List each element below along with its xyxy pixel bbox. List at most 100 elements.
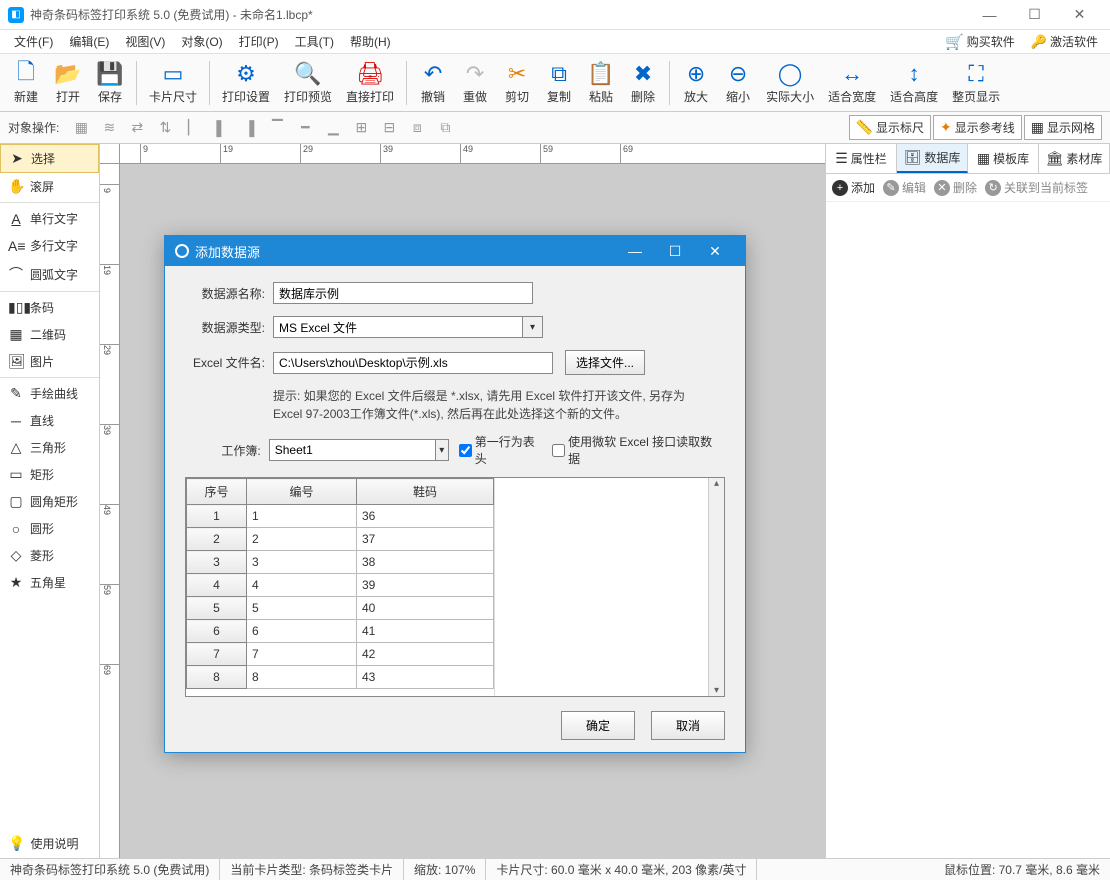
excel-file-input[interactable] (273, 352, 553, 374)
close-button[interactable]: ✕ (1057, 0, 1102, 30)
align-top-icon[interactable]: ▔ (265, 116, 289, 140)
fit-width-button[interactable]: ↔适合宽度 (822, 58, 882, 107)
tool-rect[interactable]: ▭矩形 (0, 461, 99, 488)
maximize-button[interactable]: ☐ (1012, 0, 1057, 30)
tool-text-multi[interactable]: A≡多行文字 (0, 232, 99, 259)
zoom-actual-button[interactable]: ◯实际大小 (760, 58, 820, 107)
zoom-in-button[interactable]: ⊕放大 (676, 58, 716, 107)
tool-qrcode[interactable]: ▦二维码 (0, 321, 99, 348)
open-button[interactable]: 📂打开 (48, 58, 88, 107)
show-grid-button[interactable]: ▦显示网格 (1024, 115, 1102, 140)
tool-text-single[interactable]: A单行文字 (0, 205, 99, 232)
table-row[interactable]: 3338 (187, 551, 494, 574)
flip-v-icon[interactable]: ⇅ (153, 116, 177, 140)
dialog-minimize-button[interactable]: — (615, 236, 655, 266)
tool-star[interactable]: ★五角星 (0, 569, 99, 596)
scrollbar[interactable] (708, 478, 724, 696)
cell-size[interactable]: 41 (357, 620, 494, 643)
cell-code[interactable]: 8 (247, 666, 357, 689)
table-row[interactable]: 1136 (187, 505, 494, 528)
minimize-button[interactable]: — (967, 0, 1012, 30)
delete-datasource-button[interactable]: ✕删除 (934, 179, 977, 196)
table-header[interactable]: 鞋码 (357, 479, 494, 505)
menu-tools[interactable]: 工具(T) (287, 30, 342, 53)
cell-code[interactable]: 3 (247, 551, 357, 574)
show-all-button[interactable]: ⛶整页显示 (946, 58, 1006, 107)
cell-code[interactable]: 1 (247, 505, 357, 528)
help-button[interactable]: 💡使用说明 (0, 829, 99, 858)
align-middle-icon[interactable]: ━ (293, 116, 317, 140)
menu-print[interactable]: 打印(P) (231, 30, 287, 53)
tool-freehand[interactable]: ✎手绘曲线 (0, 380, 99, 407)
first-row-header-checkbox[interactable]: 第一行为表头 (459, 433, 542, 467)
cell-code[interactable]: 2 (247, 528, 357, 551)
cell-code[interactable]: 5 (247, 597, 357, 620)
datasource-name-input[interactable] (273, 282, 533, 304)
activate-software-link[interactable]: 🔑激活软件 (1025, 31, 1104, 52)
tool-roundrect[interactable]: ▢圆角矩形 (0, 488, 99, 515)
layer-icon[interactable]: ▦ (69, 116, 93, 140)
tab-properties[interactable]: ☰属性栏 (826, 144, 897, 173)
cell-size[interactable]: 36 (357, 505, 494, 528)
flip-h-icon[interactable]: ⇄ (125, 116, 149, 140)
cell-size[interactable]: 39 (357, 574, 494, 597)
cell-size[interactable]: 42 (357, 643, 494, 666)
align-right-icon[interactable]: ▐ (237, 116, 261, 140)
distribute-v-icon[interactable]: ⊟ (377, 116, 401, 140)
cell-code[interactable]: 4 (247, 574, 357, 597)
fit-height-button[interactable]: ↕适合高度 (884, 58, 944, 107)
dialog-titlebar[interactable]: 添加数据源 — ☐ ✕ (165, 236, 745, 266)
chevron-down-icon[interactable]: ▾ (436, 439, 449, 461)
cell-size[interactable]: 37 (357, 528, 494, 551)
tool-diamond[interactable]: ◇菱形 (0, 542, 99, 569)
tool-barcode[interactable]: ▮▯▮条码 (0, 294, 99, 321)
cancel-button[interactable]: 取消 (651, 711, 725, 740)
ok-button[interactable]: 确定 (561, 711, 635, 740)
tool-image[interactable]: 🖼图片 (0, 348, 99, 375)
cell-size[interactable]: 38 (357, 551, 494, 574)
direct-print-button[interactable]: 🖨直接打印 (340, 58, 400, 107)
tool-scroll[interactable]: ✋滚屏 (0, 173, 99, 200)
table-row[interactable]: 4439 (187, 574, 494, 597)
tab-database[interactable]: 🗄数据库 (897, 144, 968, 173)
new-button[interactable]: 🗋新建 (6, 58, 46, 107)
tool-line[interactable]: ─直线 (0, 407, 99, 434)
print-settings-button[interactable]: ⚙打印设置 (216, 58, 276, 107)
edit-datasource-button[interactable]: ✎编辑 (883, 179, 926, 196)
buy-software-link[interactable]: 🛒购买软件 (939, 31, 1021, 53)
table-row[interactable]: 6641 (187, 620, 494, 643)
save-button[interactable]: 💾保存 (90, 58, 130, 107)
tool-text-arc[interactable]: ⌒圆弧文字 (0, 259, 99, 289)
menu-object[interactable]: 对象(O) (173, 30, 230, 53)
chevron-down-icon[interactable]: ▾ (523, 316, 543, 338)
menu-help[interactable]: 帮助(H) (342, 30, 399, 53)
tool-select[interactable]: ➤选择 (0, 144, 99, 173)
distribute-h-icon[interactable]: ⊞ (349, 116, 373, 140)
menu-file[interactable]: 文件(F) (6, 30, 61, 53)
ruler-horizontal[interactable]: 9192939495969 (120, 144, 825, 164)
table-row[interactable]: 7742 (187, 643, 494, 666)
add-datasource-button[interactable]: +添加 (832, 179, 875, 196)
tool-circle[interactable]: ○圆形 (0, 515, 99, 542)
table-row[interactable]: 2237 (187, 528, 494, 551)
card-size-button[interactable]: ▭卡片尺寸 (143, 58, 203, 107)
cell-size[interactable]: 40 (357, 597, 494, 620)
table-row[interactable]: 8843 (187, 666, 494, 689)
zoom-out-button[interactable]: ⊖缩小 (718, 58, 758, 107)
cell-code[interactable]: 6 (247, 620, 357, 643)
table-header[interactable]: 编号 (247, 479, 357, 505)
datasource-type-combo[interactable] (273, 316, 523, 338)
align-bottom-icon[interactable]: ▁ (321, 116, 345, 140)
menu-edit[interactable]: 编辑(E) (61, 30, 117, 53)
align-left-icon[interactable]: ▏ (181, 116, 205, 140)
tool-triangle[interactable]: △三角形 (0, 434, 99, 461)
browse-file-button[interactable]: 选择文件... (565, 350, 645, 375)
table-header[interactable]: 序号 (187, 479, 247, 505)
delete-button[interactable]: ✖删除 (623, 58, 663, 107)
ungroup-icon[interactable]: ⧉ (433, 116, 457, 140)
show-guides-button[interactable]: ✦显示参考线 (933, 115, 1022, 140)
undo-button[interactable]: ↶撤销 (413, 58, 453, 107)
preview-table[interactable]: 序号编号鞋码 11362237333844395540664177428843 (186, 478, 494, 689)
paste-button[interactable]: 📋粘贴 (581, 58, 621, 107)
dialog-close-button[interactable]: ✕ (695, 236, 735, 266)
